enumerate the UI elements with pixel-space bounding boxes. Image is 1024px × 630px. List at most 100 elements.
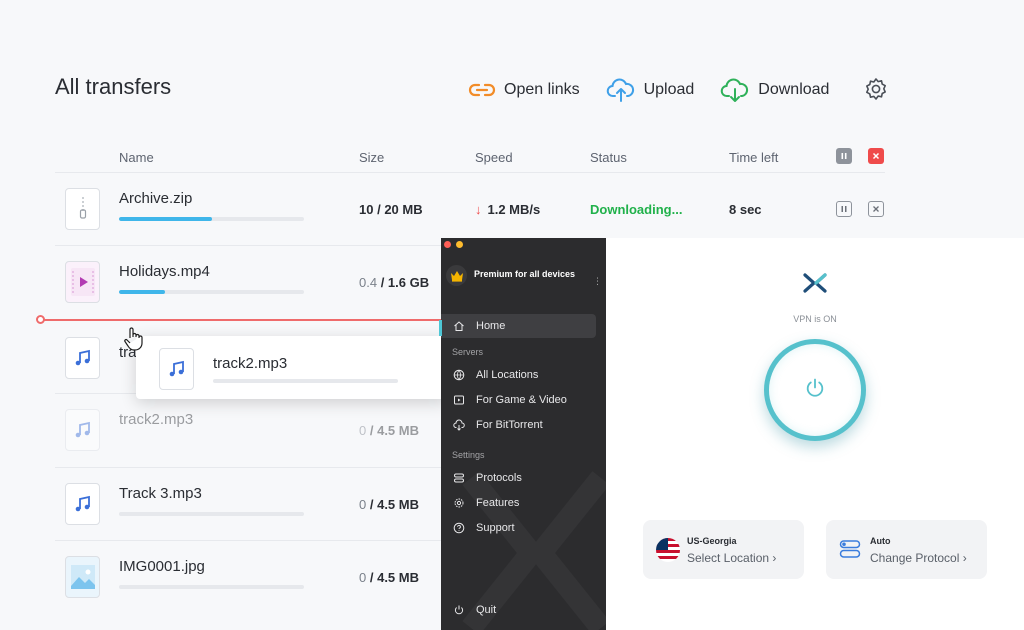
open-links-label: Open links (504, 81, 580, 98)
sidebar-item-features[interactable]: Features (441, 491, 596, 515)
sidebar-item-label: Support (476, 522, 515, 534)
size-total: / 1.6 GB (380, 275, 430, 290)
size-total: / 4.5 MB (369, 497, 419, 512)
progress-fill (119, 290, 166, 294)
drop-indicator-dot (36, 315, 45, 324)
audio-file-icon (65, 337, 100, 379)
pause-button[interactable] (836, 201, 852, 217)
open-links-button[interactable]: Open links (468, 80, 580, 100)
size-total: / 4.5 MB (369, 423, 419, 438)
quit-label: Quit (476, 604, 497, 616)
crown-icon (446, 265, 467, 286)
file-size: 10 / 20 MB (359, 202, 423, 217)
progress-bar (213, 379, 398, 383)
download-label: Download (758, 81, 830, 98)
table-row[interactable]: Archive.zip 10 / 20 MB ↓ 1.2 MB/s Downloa… (55, 173, 885, 245)
premium-banner[interactable]: Premium for all devices (474, 269, 575, 279)
upload-label: Upload (643, 81, 695, 98)
section-label-servers: Servers (452, 347, 484, 357)
sidebar-item-all-locations[interactable]: All Locations (441, 363, 596, 387)
column-header-status[interactable]: Status (590, 150, 627, 165)
vpn-logo-icon (803, 273, 827, 298)
progress-bar (119, 585, 304, 589)
file-size: 0 / 4.5 MB (359, 570, 419, 585)
audio-file-icon (65, 483, 100, 525)
window-close-button[interactable] (444, 241, 451, 248)
pause-all-button[interactable] (836, 148, 852, 164)
select-location-label: Select Location › (687, 551, 777, 565)
sidebar-item-label: Protocols (476, 472, 522, 484)
page-title: All transfers (55, 74, 172, 99)
sidebar-item-label: For Game & Video (476, 394, 567, 406)
upload-button[interactable]: Upload (606, 77, 695, 103)
toolbar: Open links Upload Download (468, 74, 855, 106)
sidebar-item-label: Features (476, 497, 520, 509)
sidebar-item-label: For BitTorrent (476, 419, 543, 431)
status-text: Downloading... (590, 202, 683, 217)
progress-bar (119, 512, 304, 516)
size-done: 0 (359, 570, 367, 585)
time-left: 8 sec (729, 202, 762, 217)
column-header-name[interactable]: Name (119, 150, 154, 165)
drop-indicator-line (42, 319, 442, 321)
audio-file-icon (159, 348, 194, 390)
file-size: 0 / 4.5 MB (359, 423, 419, 438)
change-protocol-card[interactable]: Auto Change Protocol › (826, 520, 987, 579)
progress-bar (119, 217, 304, 221)
quit-button[interactable]: Quit (441, 598, 596, 622)
column-header-time-left[interactable]: Time left (729, 150, 778, 165)
speed: ↓ 1.2 MB/s (475, 202, 540, 217)
dragged-item[interactable]: track2.mp3 (136, 336, 448, 399)
file-name: track2.mp3 (119, 411, 194, 428)
file-size: 0 / 4.5 MB (359, 497, 419, 512)
progress-fill (119, 217, 212, 221)
file-name: Archive.zip (119, 190, 193, 207)
size-done: 0 (359, 497, 367, 512)
more-options-icon[interactable]: ⋮ (593, 276, 602, 287)
chevron-right-icon: › (962, 551, 967, 565)
location-name: US-Georgia (687, 536, 737, 546)
home-icon (453, 320, 465, 332)
column-header-speed[interactable]: Speed (475, 150, 513, 165)
protocols-icon (453, 472, 465, 484)
arrow-down-icon: ↓ (475, 202, 482, 217)
sidebar-item-label: Home (476, 320, 506, 332)
vpn-window: Premium for all devices ⋮ Home Servers A… (439, 238, 1024, 630)
size-total: / 20 MB (377, 202, 423, 217)
power-icon (804, 377, 826, 404)
sidebar-item-home[interactable]: Home (441, 314, 596, 338)
power-toggle-button[interactable] (764, 339, 866, 441)
column-header-size[interactable]: Size (359, 150, 384, 165)
cancel-all-button[interactable] (868, 148, 884, 164)
cloud-download-icon (453, 419, 465, 431)
file-name: Track 3.mp3 (119, 485, 202, 502)
sidebar-item-label: All Locations (476, 369, 539, 381)
hand-cursor-icon (123, 326, 145, 357)
cloud-upload-icon (606, 77, 636, 103)
window-minimize-button[interactable] (456, 241, 463, 248)
protocol-toggle-icon (839, 538, 861, 565)
section-label-settings: Settings (452, 450, 485, 460)
play-icon (453, 394, 465, 406)
gear-icon (453, 497, 465, 509)
select-location-card[interactable]: US-Georgia Select Location › (643, 520, 804, 579)
size-total: / 4.5 MB (369, 570, 419, 585)
size-done: 0 (359, 423, 367, 438)
sidebar-item-protocols[interactable]: Protocols (441, 466, 596, 490)
sidebar-item-support[interactable]: Support (441, 516, 596, 540)
sidebar-item-bittorrent[interactable]: For BitTorrent (441, 413, 596, 437)
download-button[interactable]: Download (720, 77, 829, 103)
settings-gear-icon[interactable] (862, 75, 890, 108)
cloud-download-icon (720, 77, 750, 103)
us-flag-icon (656, 538, 680, 567)
video-file-icon (65, 261, 100, 303)
power-icon (453, 604, 465, 616)
zip-file-icon (65, 188, 100, 230)
active-indicator (439, 320, 442, 336)
file-size: 0.4 / 1.6 GB (359, 275, 429, 290)
vpn-main-panel: VPN is ON US-Georgia Select Location › A… (606, 238, 1024, 630)
vpn-sidebar: Premium for all devices ⋮ Home Servers A… (441, 238, 606, 630)
cancel-button[interactable] (868, 201, 884, 217)
sidebar-item-game-video[interactable]: For Game & Video (441, 388, 596, 412)
vpn-status-text: VPN is ON (793, 314, 837, 324)
